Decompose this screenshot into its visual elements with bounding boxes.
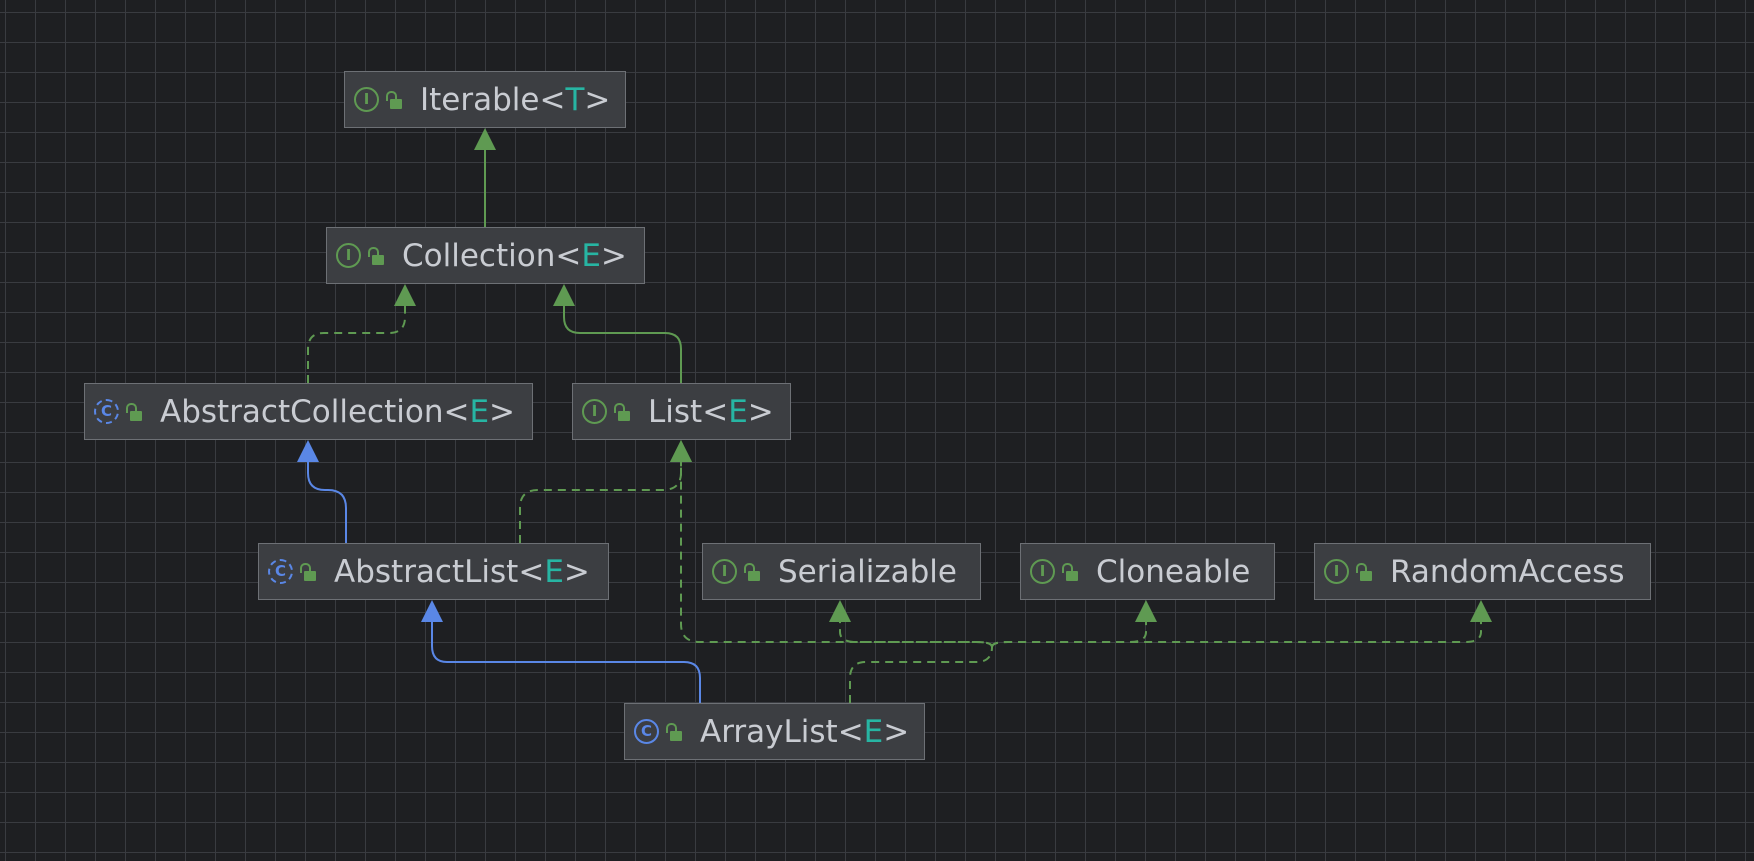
interface-icon: I (1030, 559, 1055, 584)
type-parameter: E (544, 553, 564, 590)
node-abstract-list[interactable]: C AbstractList < E > (258, 543, 609, 600)
node-name: Collection (402, 237, 556, 274)
arrowhead-array-list-to-abstract-list (421, 600, 443, 622)
arrowhead-abstract-list-to-abstract-collection (297, 440, 319, 462)
generic-open: < (539, 81, 566, 118)
arrowhead-collection-to-iterable (474, 128, 496, 150)
public-lock-icon (666, 722, 682, 742)
generic-open: < (443, 393, 470, 430)
generic-open: < (702, 393, 729, 430)
edge-array-list-to-cloneable (991, 622, 1147, 648)
node-array-list[interactable]: C ArrayList < E > (624, 703, 925, 760)
arrowhead-list-to-collection (553, 284, 575, 306)
node-name: AbstractList (334, 553, 519, 590)
edge-array-list-to-serializable (839, 622, 993, 648)
class-icon: C (634, 719, 659, 744)
node-list[interactable]: I List < E > (572, 383, 791, 440)
interface-icon: I (336, 243, 361, 268)
public-lock-icon (744, 562, 760, 582)
generic-open: < (837, 713, 864, 750)
public-lock-icon (126, 402, 142, 422)
node-name: List (648, 393, 703, 430)
node-name: ArrayList (700, 713, 838, 750)
diagram-canvas[interactable]: I Iterable < T > I Collection < E > C AbstractColle… (0, 0, 1754, 861)
public-lock-icon (614, 402, 630, 422)
public-lock-icon (1062, 562, 1078, 582)
arrowhead-array-list-to-random-access (1470, 600, 1492, 622)
type-parameter: E (863, 713, 884, 750)
generic-close: > (600, 237, 627, 274)
public-lock-icon (368, 246, 384, 266)
generic-close: > (489, 393, 516, 430)
generic-close: > (883, 713, 910, 750)
node-iterable[interactable]: I Iterable < T > (344, 71, 626, 128)
edge-abstract-list-to-list (519, 462, 682, 543)
type-parameter: T (565, 81, 585, 118)
class-icon: C (94, 399, 119, 424)
public-lock-icon (300, 562, 316, 582)
public-lock-icon (1356, 562, 1372, 582)
arrowhead-array-list-to-cloneable (1135, 600, 1157, 622)
generic-close: > (747, 393, 774, 430)
generic-open: < (555, 237, 582, 274)
interface-icon: I (1324, 559, 1349, 584)
arrowhead-abstract-collection-to-collection (394, 284, 416, 306)
node-name: Iterable (420, 81, 540, 118)
edge-abstract-collection-to-collection (307, 306, 406, 383)
interface-icon: I (582, 399, 607, 424)
node-serializable[interactable]: I Serializable (702, 543, 981, 600)
interface-icon: I (712, 559, 737, 584)
interface-icon: I (354, 87, 379, 112)
edge-array-list-to-abstract-list (431, 622, 701, 703)
edge-abstract-list-to-abstract-collection (307, 462, 347, 543)
generic-close: > (584, 81, 611, 118)
class-icon: C (268, 559, 293, 584)
generic-open: < (518, 553, 545, 590)
node-random-access[interactable]: I RandomAccess (1314, 543, 1651, 600)
generic-close: > (563, 553, 590, 590)
edge-array-list-to-random-access (991, 622, 1482, 648)
type-parameter: E (728, 393, 748, 430)
node-name: Serializable (778, 553, 957, 590)
type-parameter: E (469, 393, 490, 430)
node-collection[interactable]: I Collection < E > (326, 227, 645, 284)
node-name: RandomAccess (1390, 553, 1625, 590)
node-cloneable[interactable]: I Cloneable (1020, 543, 1275, 600)
node-name: AbstractCollection (160, 393, 444, 430)
edge-list-to-collection (563, 306, 682, 383)
arrowhead-array-list-to-list (670, 440, 692, 462)
public-lock-icon (386, 90, 402, 110)
arrowhead-array-list-to-serializable (829, 600, 851, 622)
node-abstract-collection[interactable]: C AbstractCollection < E > (84, 383, 533, 440)
node-name: Cloneable (1096, 553, 1251, 590)
type-parameter: E (581, 237, 601, 274)
